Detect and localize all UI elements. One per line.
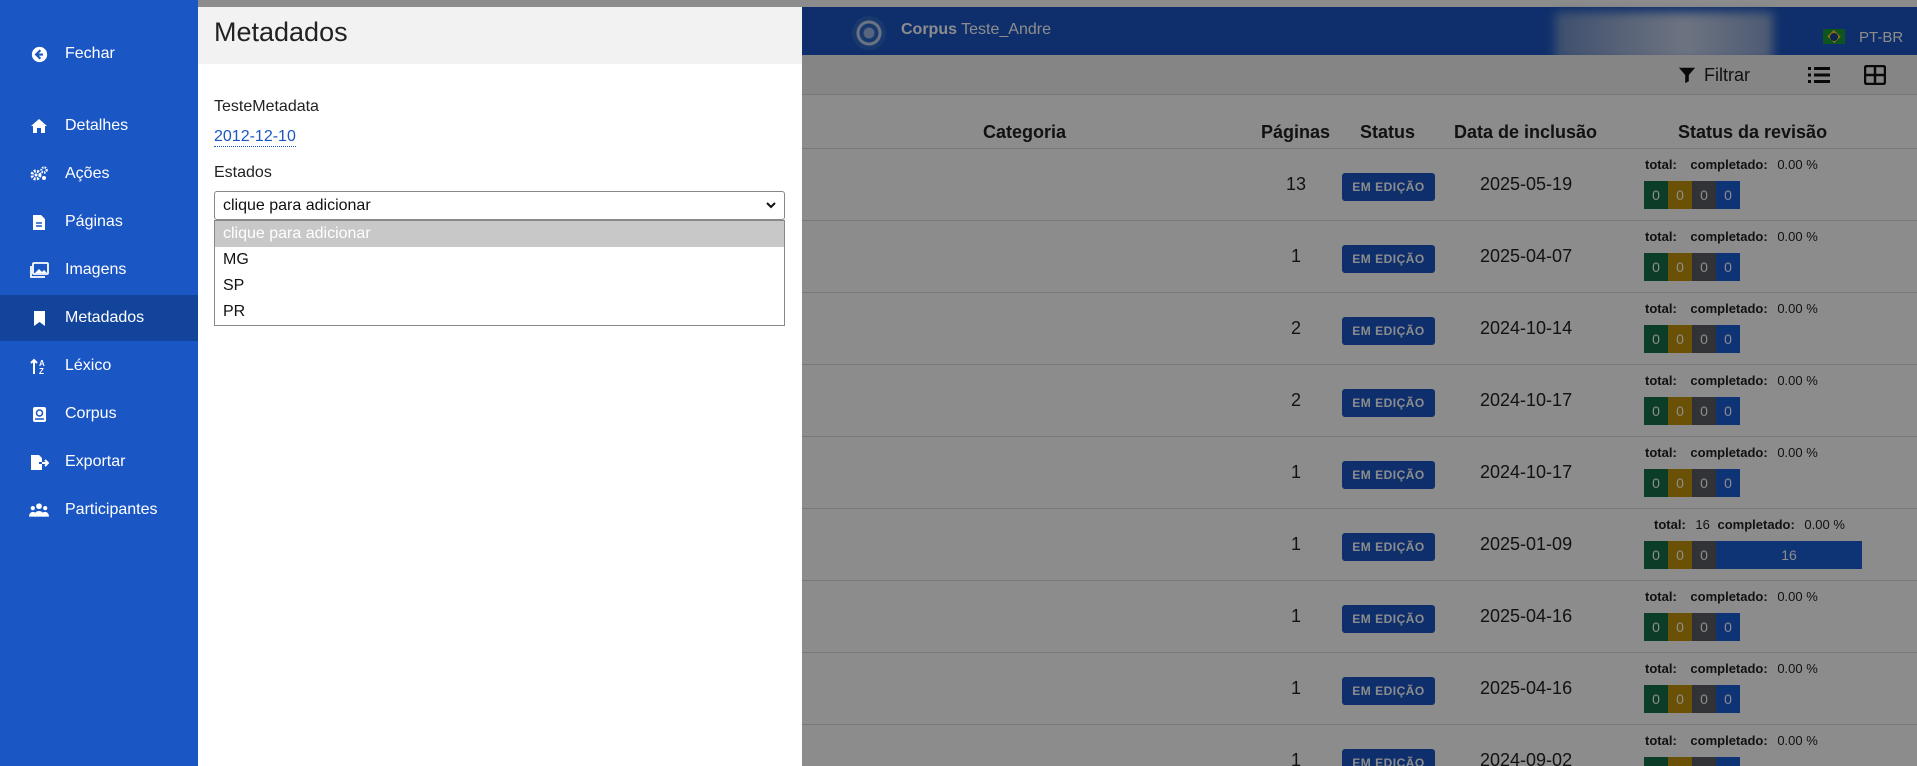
states-select-value: clique para adicionar [223,196,371,214]
menu-item-label: Páginas [65,213,123,230]
menu-item-paginas[interactable]: Páginas [0,199,198,245]
menu-item-corpus[interactable]: Corpus [0,391,198,437]
menu-item-detalhes[interactable]: Detalhes [0,103,198,149]
menu-item-label: Léxico [65,357,112,374]
dropdown-option[interactable]: clique para adicionar [215,221,784,247]
menu-item-imagens[interactable]: Imagens [0,247,198,293]
close-label: Fechar [65,45,115,62]
metadata-field-label: TesteMetadata [214,98,319,115]
menu-item-label: Corpus [65,405,117,422]
bookmark-icon [29,308,49,328]
menu-item-acoes[interactable]: Ações [0,151,198,197]
menu-item-label: Imagens [65,261,127,278]
menu-item-label: Ações [65,165,110,182]
menu-item-participantes[interactable]: Participantes [0,487,198,533]
menu-item-lexico[interactable]: AZ Léxico [0,343,198,389]
panel-title: Metadados [214,17,348,47]
arrow-circle-left-icon [29,44,49,64]
file-icon [29,212,49,232]
menu-item-label: Metadados [65,309,145,326]
chevron-down-icon [766,202,776,209]
states-dropdown-list: clique para adicionar MG SP PR [214,220,785,326]
gears-icon [29,164,49,184]
home-icon [29,116,49,136]
panel-header: Metadados [198,7,802,64]
file-export-icon [29,452,49,472]
metadata-panel: Metadados TesteMetadata 2012-12-10 Estad… [198,7,802,766]
side-menu: Fechar Detalhes Ações Páginas Imagens Me… [0,0,198,766]
svg-text:Z: Z [39,367,44,375]
book-icon [29,404,49,424]
sort-alpha-icon: AZ [29,356,49,376]
close-menu-button[interactable]: Fechar [0,31,198,77]
menu-item-label: Exportar [65,453,126,470]
states-field-label: Estados [214,164,272,181]
dropdown-option[interactable]: SP [215,273,784,299]
users-icon [29,500,49,520]
menu-item-metadados[interactable]: Metadados [0,295,198,341]
menu-item-exportar[interactable]: Exportar [0,439,198,485]
states-select[interactable]: clique para adicionar [214,191,785,220]
images-icon [29,260,49,280]
dropdown-option[interactable]: PR [215,299,784,325]
metadata-date-value[interactable]: 2012-12-10 [214,127,296,147]
dropdown-option[interactable]: MG [215,247,784,273]
menu-item-label: Detalhes [65,117,129,134]
menu-item-label: Participantes [65,501,158,518]
